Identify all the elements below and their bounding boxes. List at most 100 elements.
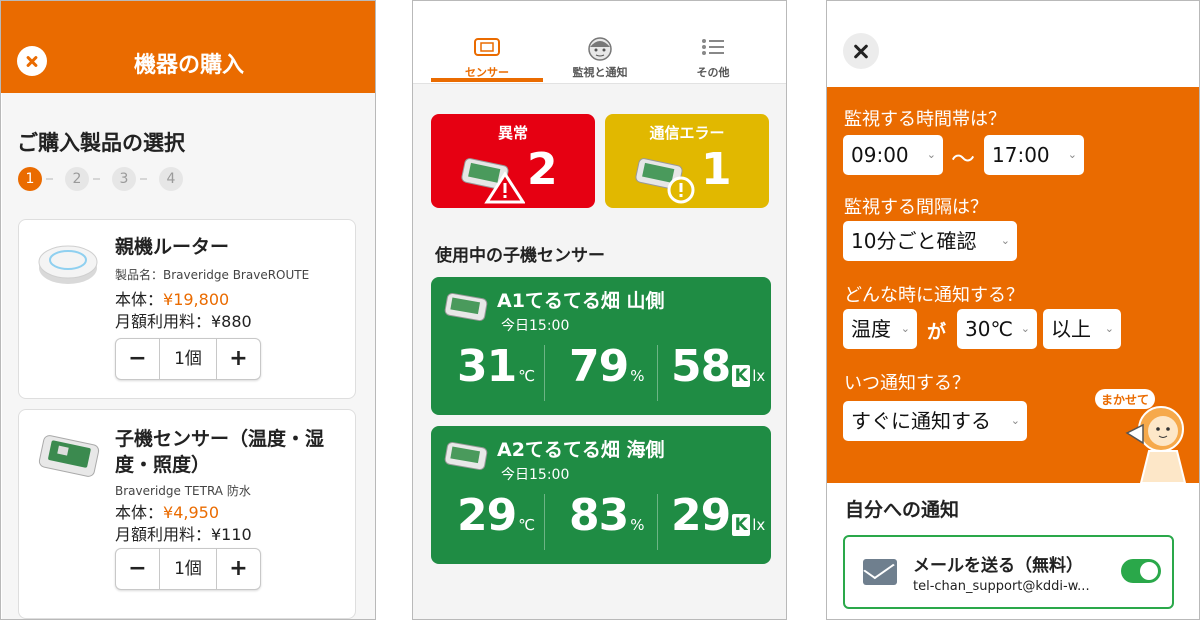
settings-panel: 監視する時間帯は？ 09:00 ⌄ 〜 17:00 ⌄ 監視する間隔は？ 10分ごと… [827, 87, 1199, 483]
price-value: ¥4,950 [163, 503, 219, 522]
router-image [38, 245, 98, 284]
mascot-illustration: まかせて [1095, 389, 1187, 483]
product-card-router: 親機ルーター 製品名：Braveridge BraveROUTE 本体：¥19,… [18, 219, 356, 399]
time-to-value: 17:00 [992, 143, 1050, 167]
when-value: すぐに通知する [851, 409, 991, 433]
decrement-button[interactable]: − [116, 339, 159, 379]
interval-select[interactable]: 10分ごと確認 ⌄ [843, 221, 1017, 261]
alert-title: 異常 [497, 124, 528, 142]
header-bar: 機器の購入 [1, 1, 375, 93]
increment-button[interactable]: + [217, 549, 260, 589]
sensor-card[interactable]: A2てるてる畑 海側 今日15:00 29 ℃ 83% 29 Klx [431, 426, 771, 564]
humidity-unit: % [630, 516, 645, 534]
question-interval: 監視する間隔は？ [844, 197, 988, 218]
price-label: 本体： [115, 503, 164, 522]
temperature-reading: 29 ℃ [457, 490, 535, 552]
tab-label: その他 [696, 66, 730, 79]
page-title: 機器の購入 [133, 53, 244, 78]
face-icon [588, 37, 612, 61]
interval-value: 10分ごと確認 [851, 229, 977, 253]
step-3: 3 [112, 167, 136, 191]
time-from-select[interactable]: 09:00 ⌄ [843, 135, 943, 175]
email-address: tel-chan_support@kddi-w... [913, 579, 1090, 594]
sensor-thumbnail-icon [444, 292, 488, 322]
sensor-thumbnail-icon [444, 441, 488, 471]
illuminance-reading: 29 Klx [671, 490, 765, 552]
sensor-time: 今日15:00 [501, 467, 570, 483]
comparison-select[interactable]: 以上 ⌄ [1043, 309, 1121, 349]
sensor-readings: 31 ℃ 79% 58 Klx [431, 341, 771, 403]
sensor-icon [474, 38, 500, 56]
active-tab-indicator [431, 78, 543, 82]
humidity-value: 83 [569, 490, 629, 541]
illuminance-unit: lx [752, 516, 766, 534]
chevron-down-icon: ⌄ [1000, 234, 1010, 247]
illuminance-value: 29 [671, 490, 731, 541]
divider [657, 345, 658, 401]
step-divider [140, 178, 147, 180]
divider [544, 345, 545, 401]
time-to-select[interactable]: 17:00 ⌄ [984, 135, 1084, 175]
email-option-title: メールを送る（無料） [913, 556, 1083, 576]
temperature-value: 29 [457, 490, 517, 541]
humidity-reading: 83% [569, 490, 645, 552]
temperature-unit: ℃ [518, 516, 536, 534]
sensor-name: A2てるてる畑 海側 [497, 439, 665, 461]
threshold-select[interactable]: 30℃ ⌄ [957, 309, 1037, 349]
decrement-button[interactable]: − [116, 549, 159, 589]
quantity-value: 1個 [159, 549, 217, 589]
product-card-sensor: 子機センサー（温度・湿 度・照度） Braveridge TETRA 防水 本体… [18, 409, 356, 619]
close-button[interactable] [843, 33, 879, 69]
illuminance-reading: 58 Klx [671, 341, 765, 403]
kilo-icon: K [732, 365, 751, 387]
product-name-line1: 子機センサー（温度・湿 [115, 428, 325, 450]
sensor-readings: 29 ℃ 83% 29 Klx [431, 490, 771, 552]
tab-label: 監視と通知 [572, 66, 628, 79]
product-price: 本体：¥4,950 [115, 499, 219, 523]
email-toggle[interactable] [1121, 559, 1161, 583]
step-divider [46, 178, 53, 180]
price-value: ¥19,800 [163, 290, 230, 309]
question-when: いつ通知する？ [844, 373, 970, 394]
humidity-reading: 79% [569, 341, 645, 403]
self-notification-title: 自分への通知 [845, 499, 960, 521]
question-condition: どんな時に通知する？ [844, 285, 1024, 306]
sensor-warning-icon [461, 158, 525, 204]
step-2: 2 [65, 167, 89, 191]
product-name: 親機ルーター [115, 236, 230, 258]
particle-ga: が [927, 321, 947, 343]
temperature-value: 31 [457, 341, 517, 392]
chevron-down-icon: ⌄ [926, 148, 936, 161]
quantity-value: 1個 [159, 339, 217, 379]
alert-title: 通信エラー [649, 124, 725, 142]
step-4: 4 [159, 167, 183, 191]
question-time: 監視する時間帯は？ [844, 109, 1006, 130]
mail-icon [863, 559, 897, 585]
chevron-down-icon: ⌄ [1067, 148, 1077, 161]
sensor-card[interactable]: A1てるてる畑 山側 今日15:00 31 ℃ 79% 58 Klx [431, 277, 771, 415]
abnormal-alert-card[interactable]: 異常 2 [431, 114, 595, 208]
quantity-stepper: − 1個 + [115, 548, 261, 590]
metric-value: 温度 [851, 317, 891, 341]
when-select[interactable]: すぐに通知する ⌄ [843, 401, 1027, 441]
metric-select[interactable]: 温度 ⌄ [843, 309, 917, 349]
threshold-value: 30℃ [965, 317, 1013, 341]
sensor-name: A1てるてる畑 山側 [497, 290, 665, 312]
mascot-label: まかせて [1101, 393, 1149, 407]
purchase-screen: 機器の購入 ご購入製品の選択 1 2 3 4 親機ルーター 製品名：Braver… [0, 0, 376, 620]
quantity-stepper: − 1個 + [115, 338, 261, 380]
email-notification-card[interactable]: メールを送る（無料） tel-chan_support@kddi-w... [843, 535, 1174, 609]
sensor-image [38, 435, 100, 477]
increment-button[interactable]: + [217, 339, 260, 379]
chevron-down-icon: ⌄ [1104, 322, 1114, 335]
temperature-unit: ℃ [518, 367, 536, 385]
price-label: 本体： [115, 290, 164, 309]
illuminance-value: 58 [671, 341, 731, 392]
product-model: Braveridge TETRA 防水 [115, 484, 251, 498]
comm-error-alert-card[interactable]: 通信エラー 1 [605, 114, 769, 208]
top-bar [827, 1, 1199, 87]
chevron-down-icon: ⌄ [1020, 322, 1030, 335]
product-price: 本体：¥19,800 [115, 286, 229, 310]
tab-bar: センサー 監視と通知 その他 [413, 1, 786, 84]
sensor-time: 今日15:00 [501, 318, 570, 334]
